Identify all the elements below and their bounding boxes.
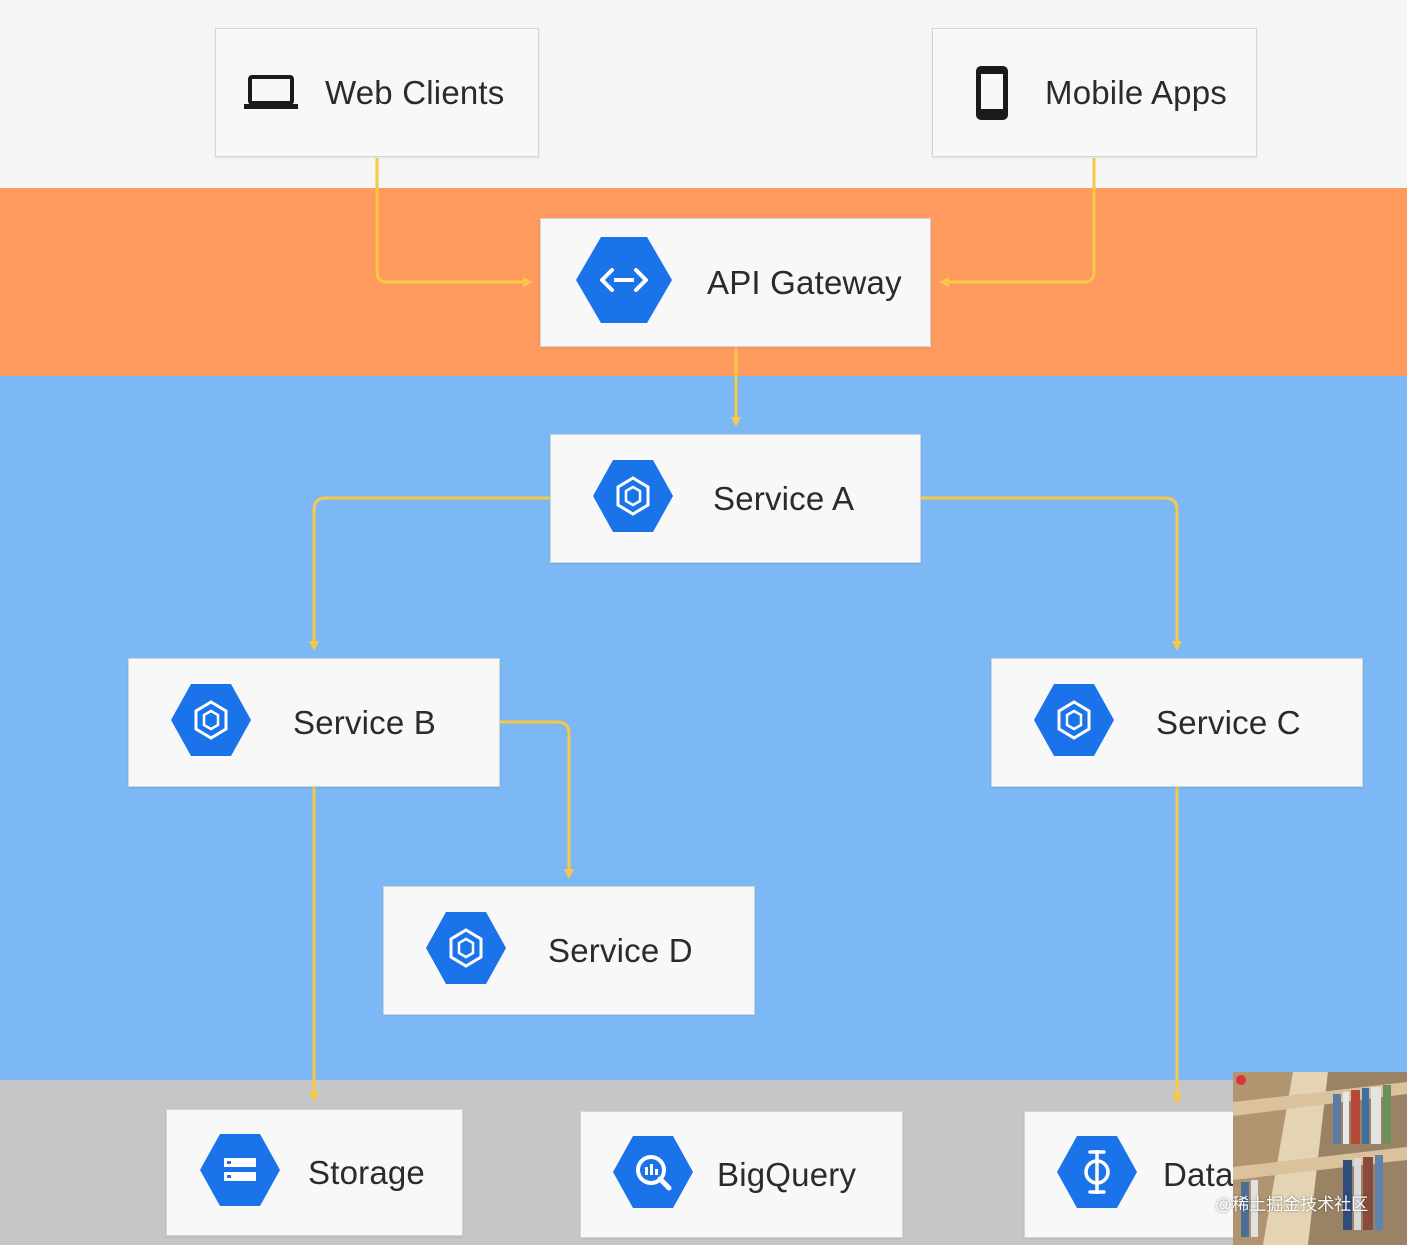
web-clients-node[interactable]: Web Clients — [215, 28, 539, 157]
service-b-node[interactable]: Service B — [128, 658, 500, 787]
bigquery-icon — [611, 1134, 695, 1215]
laptop-icon — [243, 73, 299, 113]
kubernetes-engine-icon — [591, 458, 675, 539]
dataflow-icon — [1055, 1134, 1139, 1215]
storage-label: Storage — [308, 1153, 425, 1191]
mobile-apps-node[interactable]: Mobile Apps — [932, 28, 1257, 157]
kubernetes-engine-icon — [1032, 682, 1116, 763]
api-endpoints-icon — [574, 235, 674, 330]
api-gateway-label: API Gateway — [707, 263, 902, 301]
api-gateway-node[interactable]: API Gateway — [540, 218, 931, 347]
watermark: @稀土掘金技术社区 — [1215, 1195, 1369, 1214]
bigquery-label: BigQuery — [717, 1155, 857, 1193]
service-b-label: Service B — [293, 703, 437, 741]
service-a-label: Service A — [713, 479, 855, 517]
mobile-apps-label: Mobile Apps — [1045, 73, 1227, 111]
webcam-thumbnail — [1233, 1072, 1407, 1245]
service-c-node[interactable]: Service C — [991, 658, 1363, 787]
service-c-label: Service C — [1156, 703, 1301, 741]
kubernetes-engine-icon — [424, 910, 508, 991]
smartphone-icon — [975, 65, 1009, 121]
storage-node[interactable]: Storage — [166, 1109, 463, 1236]
cloud-storage-icon — [198, 1132, 282, 1213]
kubernetes-engine-icon — [169, 682, 253, 763]
service-a-node[interactable]: Service A — [550, 434, 921, 563]
bigquery-node[interactable]: BigQuery — [580, 1111, 903, 1238]
service-d-node[interactable]: Service D — [383, 886, 755, 1015]
service-d-label: Service D — [548, 931, 693, 969]
web-clients-label: Web Clients — [325, 73, 505, 111]
data-label: Data — [1163, 1155, 1234, 1193]
